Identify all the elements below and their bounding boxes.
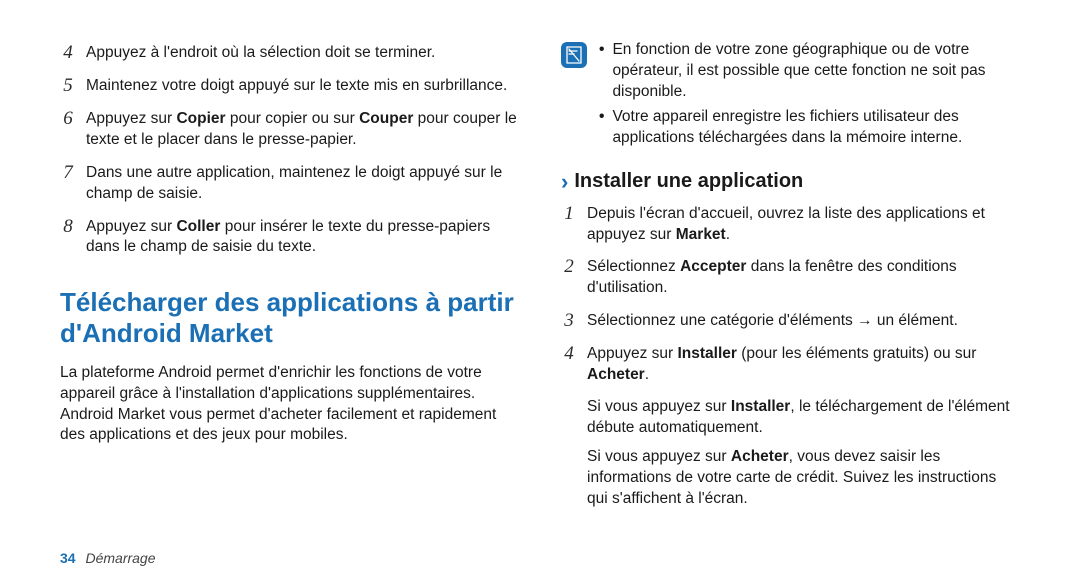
step-text: Maintenez votre doigt appuyé sur le text…: [86, 76, 507, 97]
step-4: 4 Appuyez à l'endroit où la sélection do…: [60, 43, 519, 64]
footer-section: Démarrage: [85, 550, 155, 566]
note-text: En fonction de votre zone géographique o…: [612, 40, 1020, 103]
note-icon: [561, 42, 587, 68]
step-text: Appuyez sur Coller pour insérer le texte…: [86, 217, 519, 259]
step-6: 6 Appuyez sur Copier pour copier ou sur …: [60, 109, 519, 151]
install-step-3: 3 Sélectionnez une catégorie d'éléments …: [561, 311, 1020, 332]
step-text: Appuyez sur Installer (pour les éléments…: [587, 344, 1020, 386]
step-number: 4: [561, 344, 577, 386]
page-number: 34: [60, 550, 76, 566]
chevron-right-icon: ›: [561, 169, 568, 195]
step-text: Dans une autre application, maintenez le…: [86, 163, 519, 205]
step-text: Depuis l'écran d'accueil, ouvrez la list…: [587, 204, 1020, 246]
step-text: Appuyez à l'endroit où la sélection doit…: [86, 43, 435, 64]
step-number: 6: [60, 109, 76, 151]
install-step-2: 2 Sélectionnez Accepter dans la fenêtre …: [561, 257, 1020, 299]
post-note-1: Si vous appuyez sur Installer, le téléch…: [561, 397, 1020, 439]
sub-heading-text: Installer une application: [574, 170, 803, 193]
step-text: Sélectionnez Accepter dans la fenêtre de…: [587, 257, 1020, 299]
step-number: 1: [561, 204, 577, 246]
step-number: 8: [60, 217, 76, 259]
step-number: 7: [60, 163, 76, 205]
install-step-4: 4 Appuyez sur Installer (pour les élémen…: [561, 344, 1020, 386]
step-number: 2: [561, 257, 577, 299]
step-7: 7 Dans une autre application, maintenez …: [60, 163, 519, 205]
post-note-2: Si vous appuyez sur Acheter, vous devez …: [561, 447, 1020, 510]
note-text: Votre appareil enregistre les fichiers u…: [612, 107, 1020, 149]
bullet-dot: •: [599, 107, 604, 149]
install-step-1: 1 Depuis l'écran d'accueil, ouvrez la li…: [561, 204, 1020, 246]
step-number: 4: [60, 43, 76, 64]
note-box: • En fonction de votre zone géographique…: [561, 40, 1020, 149]
right-column: • En fonction de votre zone géographique…: [561, 40, 1020, 540]
page-footer: 34 Démarrage: [60, 550, 1020, 566]
note-bullet-1: • En fonction de votre zone géographique…: [599, 40, 1020, 103]
sub-heading: › Installer une application: [561, 169, 1020, 195]
section-paragraph: La plateforme Android permet d'enrichir …: [60, 363, 519, 447]
step-number: 5: [60, 76, 76, 97]
left-column: 4 Appuyez à l'endroit où la sélection do…: [60, 40, 519, 540]
step-number: 3: [561, 311, 577, 332]
section-heading: Télécharger des applications à partir d'…: [60, 287, 519, 348]
bullet-dot: •: [599, 40, 604, 103]
step-8: 8 Appuyez sur Coller pour insérer le tex…: [60, 217, 519, 259]
note-bullet-2: • Votre appareil enregistre les fichiers…: [599, 107, 1020, 149]
step-5: 5 Maintenez votre doigt appuyé sur le te…: [60, 76, 519, 97]
step-text: Sélectionnez une catégorie d'éléments → …: [587, 311, 958, 332]
step-text: Appuyez sur Copier pour copier ou sur Co…: [86, 109, 519, 151]
